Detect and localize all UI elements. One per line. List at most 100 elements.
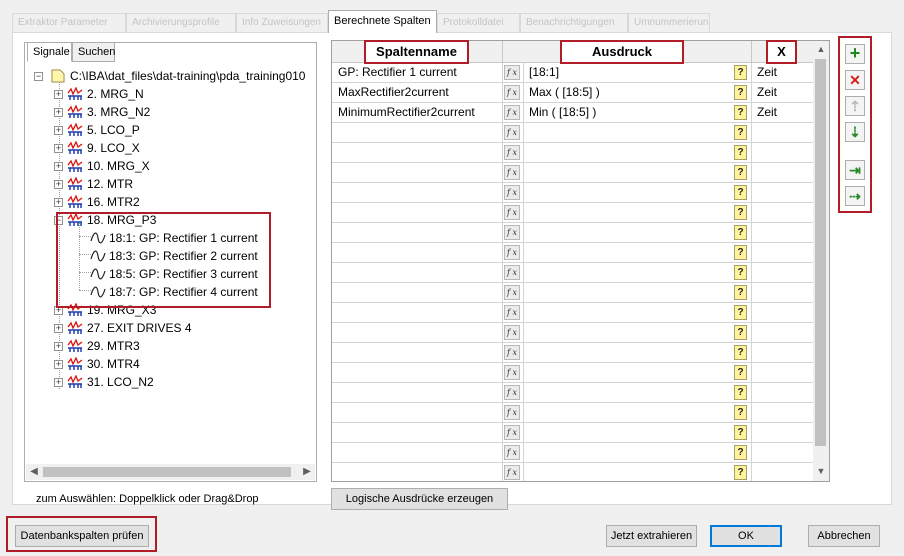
collapse-icon[interactable]: − [54, 216, 63, 225]
cell-expression[interactable] [524, 183, 752, 202]
function-icon[interactable]: f x [504, 205, 520, 220]
table-row[interactable]: GP: Rectifier 1 current f x [18:1]? Zeit [332, 63, 814, 83]
cell-x-axis[interactable]: Zeit [752, 63, 814, 82]
cell-expression[interactable] [524, 223, 752, 242]
cell-expression[interactable] [524, 123, 752, 142]
table-row[interactable]: f x? [332, 263, 814, 283]
table-row[interactable]: f x? [332, 223, 814, 243]
cell-column-name[interactable] [332, 463, 503, 481]
help-icon[interactable]: ? [734, 305, 747, 320]
cell-x-axis[interactable] [752, 383, 814, 402]
tab-umnummerierung[interactable]: Umnummerierung [628, 13, 710, 32]
help-icon[interactable]: ? [734, 465, 747, 480]
help-icon[interactable]: ? [734, 185, 747, 200]
cell-expression[interactable]: Max ( [18:5] ) [524, 83, 752, 102]
help-icon[interactable]: ? [734, 385, 747, 400]
cell-x-axis[interactable] [752, 423, 814, 442]
expand-icon[interactable]: + [54, 306, 63, 315]
tab-info-zuweisungen[interactable]: Info Zuweisungen [236, 13, 328, 32]
help-icon[interactable]: ? [734, 205, 747, 220]
tab-archivierungsprofile[interactable]: Archivierungsprofile [126, 13, 236, 32]
extract-now-button[interactable]: Jetzt extrahieren [606, 525, 697, 547]
cell-expression[interactable] [524, 283, 752, 302]
cell-column-name[interactable] [332, 163, 503, 182]
help-icon[interactable]: ? [734, 245, 747, 260]
cell-column-name[interactable] [332, 283, 503, 302]
function-icon[interactable]: f x [504, 405, 520, 420]
help-icon[interactable]: ? [734, 65, 747, 80]
cell-column-name[interactable] [332, 343, 503, 362]
cell-column-name[interactable] [332, 403, 503, 422]
cell-expression[interactable] [524, 143, 752, 162]
cell-column-name[interactable] [332, 123, 503, 142]
function-icon[interactable]: f x [504, 285, 520, 300]
ok-button[interactable]: OK [710, 525, 782, 547]
function-icon[interactable]: f x [504, 345, 520, 360]
help-icon[interactable]: ? [734, 325, 747, 340]
cell-column-name[interactable] [332, 323, 503, 342]
scroll-up-icon[interactable]: ▲ [814, 42, 828, 56]
tab-extraktor-parameter[interactable]: Extraktor Parameter [12, 13, 126, 32]
help-icon[interactable]: ? [734, 125, 747, 140]
expand-icon[interactable]: + [54, 180, 63, 189]
scroll-right-icon[interactable]: ▶ [300, 465, 314, 479]
cell-x-axis[interactable] [752, 363, 814, 382]
check-database-columns-button[interactable]: Datenbankspalten prüfen [15, 525, 149, 547]
cell-column-name[interactable]: MaxRectifier2current [332, 83, 503, 102]
table-row[interactable]: f x? [332, 463, 814, 481]
help-icon[interactable]: ? [734, 265, 747, 280]
function-icon[interactable]: f x [504, 65, 520, 80]
cell-x-axis[interactable] [752, 243, 814, 262]
help-icon[interactable]: ? [734, 285, 747, 300]
scroll-thumb[interactable] [43, 467, 291, 477]
function-icon[interactable]: f x [504, 365, 520, 380]
cell-column-name[interactable] [332, 423, 503, 442]
cell-expression[interactable] [524, 423, 752, 442]
cell-column-name[interactable] [332, 263, 503, 282]
expand-icon[interactable]: + [54, 90, 63, 99]
cell-x-axis[interactable] [752, 223, 814, 242]
cell-column-name[interactable]: GP: Rectifier 1 current [332, 63, 503, 82]
expand-icon[interactable]: + [54, 378, 63, 387]
function-icon[interactable]: f x [504, 225, 520, 240]
table-row[interactable]: f x? [332, 443, 814, 463]
move-down-button[interactable]: ⇣ [845, 122, 865, 142]
function-icon[interactable]: f x [504, 465, 520, 480]
cell-expression[interactable] [524, 343, 752, 362]
function-icon[interactable]: f x [504, 125, 520, 140]
expand-icon[interactable]: + [54, 144, 63, 153]
function-icon[interactable]: f x [504, 325, 520, 340]
help-icon[interactable]: ? [734, 165, 747, 180]
cell-x-axis[interactable] [752, 163, 814, 182]
cell-x-axis[interactable]: Zeit [752, 83, 814, 102]
expand-icon[interactable]: + [54, 198, 63, 207]
function-icon[interactable]: f x [504, 145, 520, 160]
function-icon[interactable]: f x [504, 385, 520, 400]
tab-suchen[interactable]: Suchen [72, 42, 115, 62]
cell-expression[interactable] [524, 443, 752, 462]
table-row[interactable]: f x? [332, 243, 814, 263]
expand-icon[interactable]: + [54, 324, 63, 333]
expand-icon[interactable]: + [54, 126, 63, 135]
cell-expression[interactable] [524, 383, 752, 402]
cell-x-axis[interactable] [752, 183, 814, 202]
cell-expression[interactable] [524, 203, 752, 222]
expand-icon[interactable]: + [54, 108, 63, 117]
scroll-thumb[interactable] [815, 59, 826, 446]
help-icon[interactable]: ? [734, 445, 747, 460]
import-button[interactable]: ⇥ [845, 160, 865, 180]
cell-expression[interactable] [524, 243, 752, 262]
cell-column-name[interactable] [332, 363, 503, 382]
cell-expression[interactable] [524, 303, 752, 322]
add-column-button[interactable]: + [845, 44, 865, 64]
help-icon[interactable]: ? [734, 405, 747, 420]
cell-x-axis[interactable] [752, 143, 814, 162]
table-row[interactable]: MaxRectifier2current f x Max ( [18:5] )? Ze… [332, 83, 814, 103]
table-row[interactable]: f x? [332, 123, 814, 143]
cell-expression[interactable] [524, 403, 752, 422]
export-button[interactable]: ⇢ [845, 186, 865, 206]
cell-column-name[interactable]: MinimumRectifier2current [332, 103, 503, 122]
cell-expression[interactable] [524, 463, 752, 481]
function-icon[interactable]: f x [504, 185, 520, 200]
table-row[interactable]: f x? [332, 383, 814, 403]
